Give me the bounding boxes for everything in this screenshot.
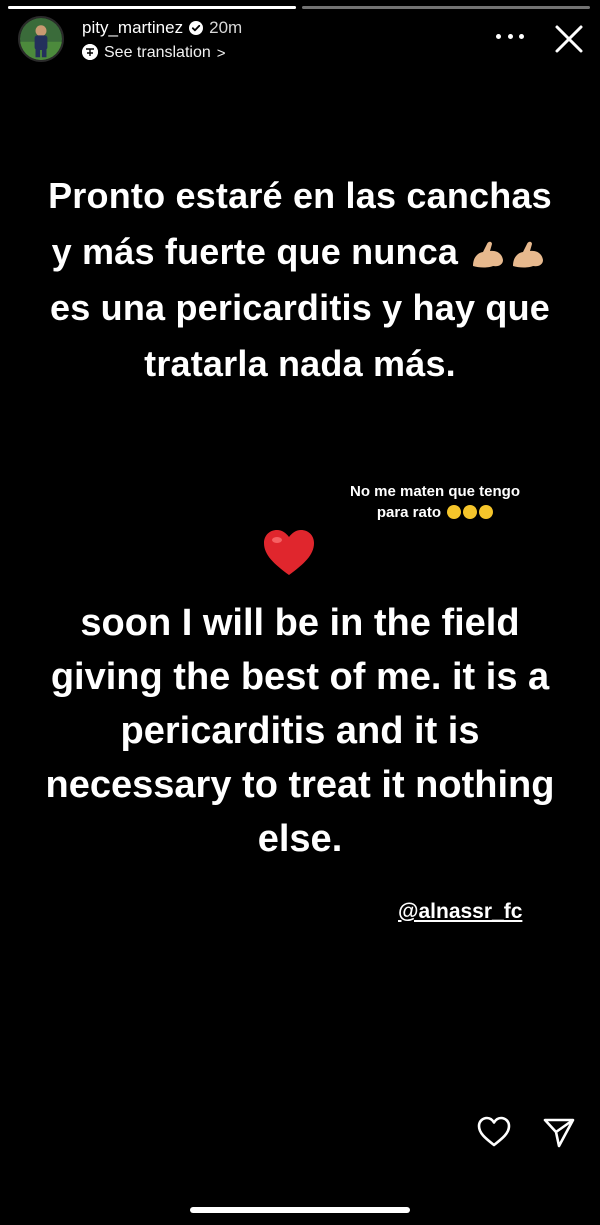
- chevron-right-icon: >: [216, 44, 226, 62]
- avatar-image: [20, 18, 62, 60]
- laughing-emoji-icon: [447, 505, 462, 519]
- red-heart-emoji-icon: [264, 530, 314, 575]
- story-progress-fill-1: [8, 6, 296, 9]
- more-dot: [496, 33, 501, 39]
- send-icon[interactable]: [541, 1114, 577, 1150]
- home-indicator: [190, 1207, 410, 1213]
- heart-outline-icon[interactable]: [476, 1114, 512, 1150]
- joke-line-1: No me maten que tengo: [349, 483, 521, 500]
- more-dot: [507, 33, 513, 39]
- spanish-caption: Pronto estaré en las canchas y más fuert…: [40, 168, 560, 392]
- avatar[interactable]: [18, 16, 64, 62]
- username[interactable]: pity_martinez: [82, 18, 183, 38]
- user-line: pity_martinez 20m: [82, 18, 242, 38]
- mention-tag[interactable]: @alnassr_fc: [398, 900, 522, 924]
- story-progress-segment-2: [302, 6, 590, 9]
- joke-line-2: para rato: [376, 504, 442, 521]
- joke-caption: No me maten que tengo para rato: [305, 481, 565, 523]
- flexed-biceps-emoji-icon: [513, 241, 544, 268]
- story-progress-segment-1: [8, 6, 296, 9]
- story-header: pity_martinez 20m See translation >: [18, 16, 586, 66]
- time-ago: 20m: [209, 18, 243, 37]
- more-horizontal-icon[interactable]: [496, 28, 524, 44]
- laughing-emoji-icon: [479, 505, 494, 519]
- spanish-caption-part2: es una pericarditis y hay que tratarla n…: [50, 287, 550, 384]
- english-caption: soon I will be in the field giving the b…: [45, 602, 555, 860]
- more-dot: [519, 33, 524, 39]
- verified-badge-icon: [189, 21, 204, 35]
- joke-line-2-row: para rato: [305, 502, 565, 523]
- translate-icon: [82, 44, 98, 60]
- flexed-biceps-emoji-icon: [473, 241, 504, 268]
- close-icon[interactable]: [552, 22, 586, 56]
- laughing-emoji-icon: [463, 505, 478, 519]
- see-translation-link[interactable]: See translation >: [104, 44, 226, 62]
- see-translation-label: See translation: [104, 44, 211, 61]
